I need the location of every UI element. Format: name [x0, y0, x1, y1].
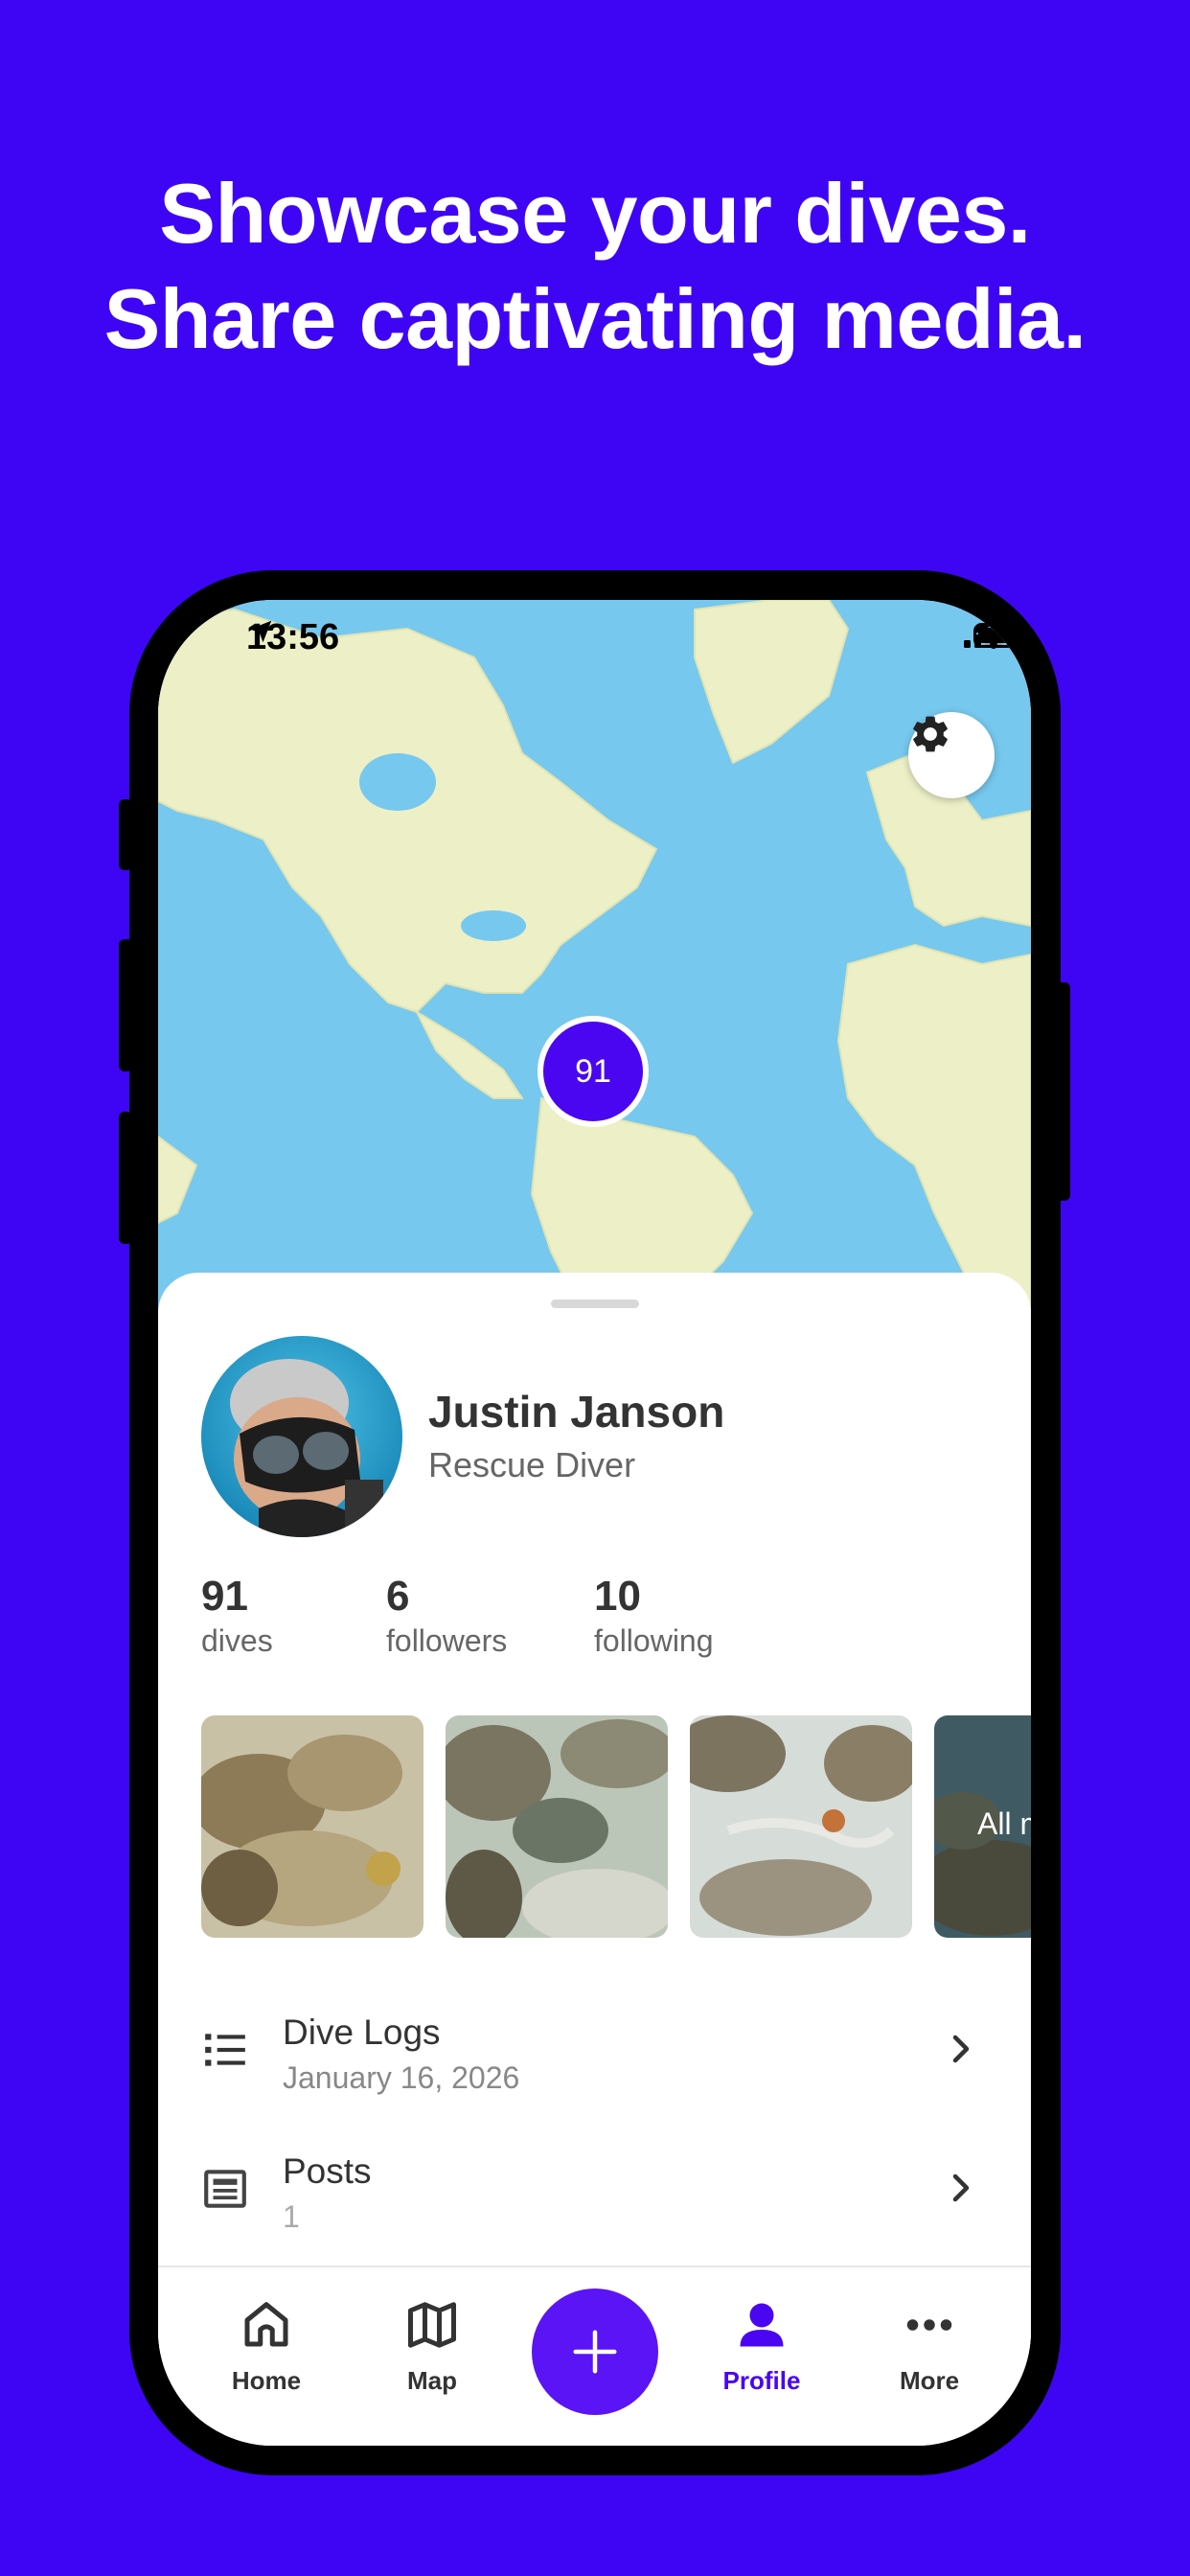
tab-label: Profile: [722, 2366, 801, 2395]
sheet-drag-handle[interactable]: [551, 1300, 639, 1308]
battery-icon: [973, 623, 1031, 648]
media-thumbnail[interactable]: [690, 1715, 912, 1938]
row-subtitle: January 16, 2026: [283, 2060, 520, 2095]
article-icon: [204, 2170, 246, 2208]
list-icon: [205, 2034, 245, 2066]
turtle-photo: [446, 1715, 668, 1938]
dive-cluster-marker[interactable]: 91: [538, 1016, 649, 1127]
avatar[interactable]: [201, 1336, 402, 1537]
tab-map[interactable]: Map: [355, 2296, 509, 2396]
map-land: [158, 600, 1031, 1328]
stat-value: 10: [594, 1573, 641, 1620]
tab-home[interactable]: Home: [190, 2296, 343, 2396]
chevron-right-icon: [952, 2035, 970, 2063]
tab-more[interactable]: More: [853, 2296, 1006, 2396]
stat-value: 6: [386, 1573, 410, 1620]
media-thumbnail[interactable]: [201, 1715, 423, 1938]
reef-photo: [201, 1715, 423, 1938]
stat-dives[interactable]: 91 dives: [201, 1572, 273, 1660]
chevron-right-icon: [952, 2174, 970, 2202]
cluster-count: 91: [575, 1052, 611, 1090]
add-dive-button[interactable]: [532, 2288, 658, 2415]
headline-line-2: Share captivating media.: [103, 271, 1087, 366]
row-title: Dive Logs: [283, 2012, 441, 2052]
phone-side-button-volume-down: [119, 1112, 132, 1244]
stat-following[interactable]: 10 following: [594, 1572, 714, 1660]
row-subtitle: 1: [283, 2199, 300, 2234]
stat-value: 91: [201, 1573, 248, 1620]
phone-side-button-power: [1057, 982, 1070, 1201]
posts-row[interactable]: Posts 1: [158, 2138, 1031, 2253]
status-time: 13:56: [246, 617, 340, 657]
marketing-headline: Showcase your dives. Share captivating m…: [0, 161, 1190, 372]
more-icon: [906, 2319, 952, 2331]
eel-photo: [690, 1715, 912, 1938]
dive-logs-row[interactable]: Dive Logs January 16, 2026: [158, 1999, 1031, 2114]
plus-icon: [573, 2330, 617, 2374]
phone-side-button-action: [119, 799, 132, 870]
world-map[interactable]: 13:56 91: [158, 600, 1031, 1328]
gear-icon: [913, 716, 948, 752]
phone-side-button-volume-up: [119, 939, 132, 1071]
phone-screen: 13:56 91 Justin Janson Rescue Diver 91 d…: [158, 600, 1031, 2446]
tab-profile[interactable]: Profile: [685, 2296, 838, 2396]
stat-label: dives: [201, 1623, 273, 1658]
stat-label: following: [594, 1623, 714, 1658]
stat-followers[interactable]: 6 followers: [386, 1572, 507, 1660]
all-media-tile[interactable]: All media: [934, 1715, 1031, 1938]
home-icon: [244, 2302, 288, 2347]
tab-bar: Home Map Profile More: [158, 2266, 1031, 2446]
map-icon: [408, 2302, 456, 2348]
avatar-diver-photo: [201, 1336, 402, 1537]
settings-button[interactable]: [908, 712, 995, 798]
location-arrow-icon: [249, 620, 272, 643]
profile-certification: Rescue Diver: [428, 1445, 636, 1484]
profile-name: Justin Janson: [428, 1387, 725, 1437]
tab-label: Home: [231, 2366, 302, 2395]
tab-label: More: [899, 2366, 960, 2395]
tab-label: Map: [407, 2366, 457, 2395]
profile-icon: [740, 2303, 784, 2347]
all-media-label: All media: [977, 1806, 1031, 1841]
media-thumbnail[interactable]: [446, 1715, 668, 1938]
row-title: Posts: [283, 2151, 372, 2191]
headline-line-1: Showcase your dives.: [159, 166, 1031, 261]
stat-label: followers: [386, 1623, 508, 1658]
